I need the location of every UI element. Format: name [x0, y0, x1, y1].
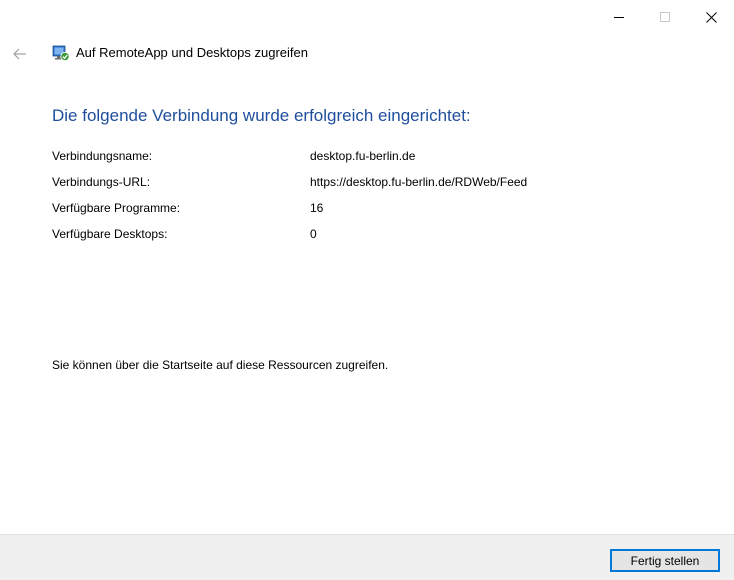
- available-programs-label: Verfügbare Programme:: [52, 201, 181, 215]
- wizard-window: Auf RemoteApp und Desktops zugreifen Die…: [0, 0, 734, 580]
- detail-row: Verbindungs-URL: https://desktop.fu-berl…: [52, 170, 672, 196]
- close-button[interactable]: [688, 0, 734, 34]
- available-desktops-label: Verfügbare Desktops:: [52, 227, 168, 241]
- detail-row: Verfügbare Programme: 16: [52, 196, 672, 222]
- back-arrow-icon: [13, 48, 26, 60]
- connection-url-label: Verbindungs-URL:: [52, 175, 151, 189]
- available-desktops-value: 0: [310, 227, 317, 241]
- maximize-button[interactable]: [642, 0, 688, 34]
- connection-details: Verbindungsname: desktop.fu-berlin.de Ve…: [52, 144, 672, 248]
- minimize-button[interactable]: [596, 0, 642, 34]
- detail-row: Verbindungsname: desktop.fu-berlin.de: [52, 144, 672, 170]
- minimize-icon: [614, 17, 624, 18]
- wizard-title: Auf RemoteApp und Desktops zugreifen: [76, 45, 308, 60]
- finish-button[interactable]: Fertig stellen: [610, 549, 720, 572]
- info-text: Sie können über die Startseite auf diese…: [52, 358, 389, 372]
- connection-url-value: https://desktop.fu-berlin.de/RDWeb/Feed: [310, 175, 528, 189]
- connection-name-value: desktop.fu-berlin.de: [310, 149, 416, 163]
- footer-bar: Fertig stellen: [0, 534, 734, 580]
- maximize-icon: [660, 12, 670, 22]
- close-icon: [705, 11, 717, 23]
- detail-row: Verfügbare Desktops: 0: [52, 222, 672, 248]
- success-heading: Die folgende Verbindung wurde erfolgreic…: [52, 106, 471, 125]
- remoteapp-icon: [52, 45, 70, 62]
- available-programs-value: 16: [310, 201, 324, 215]
- caption-buttons: [596, 0, 734, 34]
- back-button[interactable]: [10, 44, 30, 64]
- connection-name-label: Verbindungsname:: [52, 149, 153, 163]
